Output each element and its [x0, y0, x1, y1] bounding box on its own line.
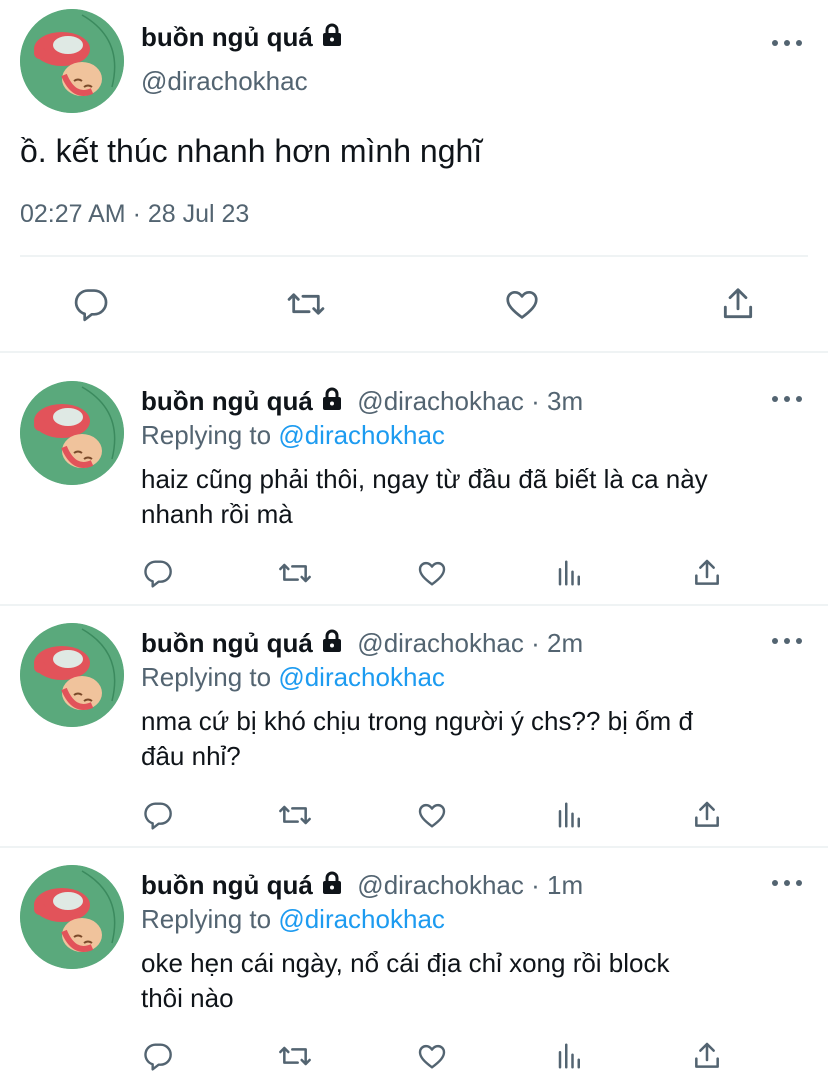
avatar[interactable] — [20, 865, 124, 969]
avatar[interactable] — [20, 9, 124, 113]
analytics-icon[interactable] — [555, 557, 585, 589]
handle[interactable]: @dirachokhac — [141, 66, 308, 97]
lock-icon — [319, 386, 345, 417]
timestamp[interactable]: 02:27 AM · 28 Jul 23 — [20, 200, 249, 229]
retweet-icon[interactable] — [277, 557, 313, 589]
replying-to-label: Replying to — [141, 904, 272, 934]
reply-text-line: oke hẹn cái ngày, nổ cái địa chỉ xong rồ… — [141, 948, 670, 978]
like-icon[interactable] — [416, 799, 448, 831]
reply-text-line: đâu nhỉ? — [141, 741, 241, 771]
replying-to: Replying to @dirachokhac — [141, 662, 445, 693]
avatar[interactable] — [20, 381, 124, 485]
reply-icon[interactable] — [142, 1040, 174, 1072]
reply-text-line: haiz cũng phải thôi, ngay từ đầu đã biết… — [141, 464, 708, 494]
like-icon[interactable] — [416, 557, 448, 589]
display-name[interactable]: buồn ngủ quá — [141, 870, 313, 900]
replying-to-handle[interactable]: @dirachokhac — [278, 420, 445, 450]
like-icon[interactable] — [503, 285, 541, 323]
analytics-icon[interactable] — [555, 1040, 585, 1072]
avatar[interactable] — [20, 623, 124, 727]
reply-text-line: nhanh rồi mà — [141, 499, 293, 529]
more-options-icon[interactable] — [772, 38, 802, 48]
more-options-icon[interactable] — [772, 878, 802, 888]
reply-icon[interactable] — [142, 799, 174, 831]
lock-icon — [319, 870, 345, 901]
share-icon[interactable] — [719, 285, 757, 323]
display-name[interactable]: buồn ngủ quá — [141, 22, 313, 52]
retweet-icon[interactable] — [277, 1040, 313, 1072]
divider — [0, 604, 828, 606]
handle-time[interactable]: @dirachokhac · 3m — [357, 386, 583, 416]
reply-text-line: nma cứ bị khó chịu trong người ý chs?? b… — [141, 706, 693, 736]
divider — [20, 255, 808, 257]
more-options-icon[interactable] — [772, 394, 802, 404]
lock-icon — [319, 22, 345, 53]
replying-to: Replying to @dirachokhac — [141, 420, 445, 451]
more-options-icon[interactable] — [772, 636, 802, 646]
like-icon[interactable] — [416, 1040, 448, 1072]
divider — [0, 351, 828, 353]
reply-header: buồn ngủ quá @dirachokhac · 2m — [141, 628, 583, 659]
share-icon[interactable] — [691, 1040, 723, 1072]
share-icon[interactable] — [691, 557, 723, 589]
display-name[interactable]: buồn ngủ quá — [141, 628, 313, 658]
replying-to-label: Replying to — [141, 420, 272, 450]
replying-to: Replying to @dirachokhac — [141, 904, 445, 935]
analytics-icon[interactable] — [555, 799, 585, 831]
reply-icon[interactable] — [72, 285, 110, 323]
divider — [0, 846, 828, 848]
handle-time[interactable]: @dirachokhac · 2m — [357, 628, 583, 658]
reply-header: buồn ngủ quá @dirachokhac · 3m — [141, 386, 583, 417]
reply-text-line: thôi nào — [141, 983, 234, 1013]
reply-header: buồn ngủ quá @dirachokhac · 1m — [141, 870, 583, 901]
share-icon[interactable] — [691, 799, 723, 831]
lock-icon — [319, 628, 345, 659]
replying-to-handle[interactable]: @dirachokhac — [278, 662, 445, 692]
retweet-icon[interactable] — [286, 285, 326, 323]
replying-to-label: Replying to — [141, 662, 272, 692]
handle-time[interactable]: @dirachokhac · 1m — [357, 870, 583, 900]
display-name[interactable]: buồn ngủ quá — [141, 386, 313, 416]
replying-to-handle[interactable]: @dirachokhac — [278, 904, 445, 934]
tweet-text: ồ. kết thúc nhanh hơn mình nghĩ — [20, 133, 483, 169]
retweet-icon[interactable] — [277, 799, 313, 831]
reply-icon[interactable] — [142, 557, 174, 589]
display-name-row: buồn ngủ quá — [141, 22, 345, 53]
